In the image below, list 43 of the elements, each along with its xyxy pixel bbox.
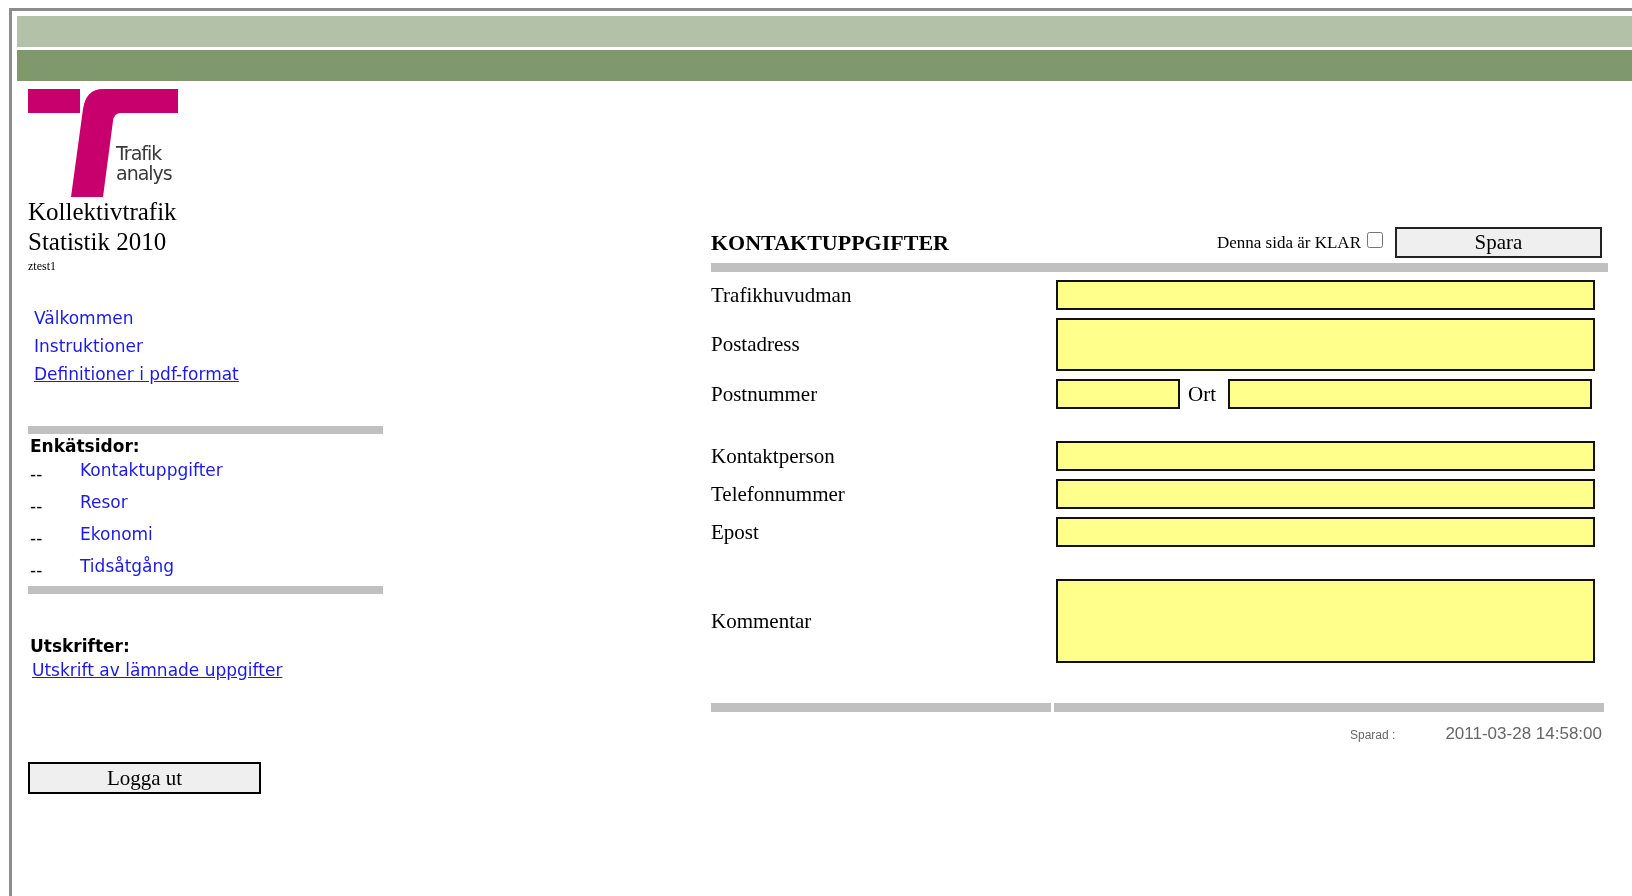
section-heading: Utskrifter: xyxy=(30,635,131,658)
text-field[interactable] xyxy=(1056,479,1595,509)
saved-label: Sparad : xyxy=(1350,728,1396,742)
survey-page-link[interactable]: Resor xyxy=(80,490,128,514)
text-area[interactable] xyxy=(1056,318,1595,371)
survey-page-link[interactable]: Tidsåtgång xyxy=(80,554,175,578)
bullet: -- xyxy=(30,496,44,516)
printout-link[interactable]: Utskrift av lämnade uppgifter xyxy=(32,660,283,680)
logo-text: Trafik xyxy=(116,143,163,163)
nav-link[interactable]: Välkommen xyxy=(34,306,134,330)
bullet: -- xyxy=(30,464,44,484)
username: ztest1 xyxy=(28,259,57,274)
saved-timestamp: 2011-03-28 14:58:00 xyxy=(1445,724,1602,744)
app-title: Kollektivtrafik xyxy=(28,197,178,227)
field-label: Ort xyxy=(1188,381,1216,407)
nav-link[interactable]: Definitioner i pdf-format xyxy=(34,362,239,386)
survey-page-link[interactable]: Kontaktuppgifter xyxy=(80,458,223,482)
logo-icon xyxy=(28,89,178,197)
section-heading: Enkätsidor: xyxy=(30,435,141,458)
text-area[interactable] xyxy=(1056,579,1595,663)
field-label: Trafikhuvudman xyxy=(711,282,853,308)
text-field[interactable] xyxy=(1056,280,1595,310)
ready-checkbox[interactable] xyxy=(1367,231,1383,248)
save-button[interactable]: Spara xyxy=(1395,227,1602,258)
bullet: -- xyxy=(30,560,44,580)
field-label: Kommentar xyxy=(711,608,813,634)
text-field[interactable] xyxy=(1228,379,1592,409)
nav-link[interactable]: Instruktioner xyxy=(34,334,143,358)
text-field[interactable] xyxy=(1056,441,1595,471)
field-label: Postnummer xyxy=(711,381,819,407)
field-label: Kontaktperson xyxy=(711,443,836,469)
field-label: Telefonnummer xyxy=(711,481,846,507)
logout-button[interactable]: Logga ut xyxy=(28,762,261,794)
text-field[interactable] xyxy=(1056,379,1180,409)
form-title: KONTAKTUPPGIFTER xyxy=(711,230,949,257)
survey-page-link[interactable]: Ekonomi xyxy=(80,522,153,546)
app-title: Statistik 2010 xyxy=(28,227,168,257)
field-label: Epost xyxy=(711,519,760,545)
checkbox-label: Denna sida är KLAR xyxy=(1217,232,1361,253)
text-field[interactable] xyxy=(1056,517,1595,547)
bullet: -- xyxy=(30,528,44,548)
logo-text: analys xyxy=(116,163,172,183)
field-label: Postadress xyxy=(711,332,801,357)
